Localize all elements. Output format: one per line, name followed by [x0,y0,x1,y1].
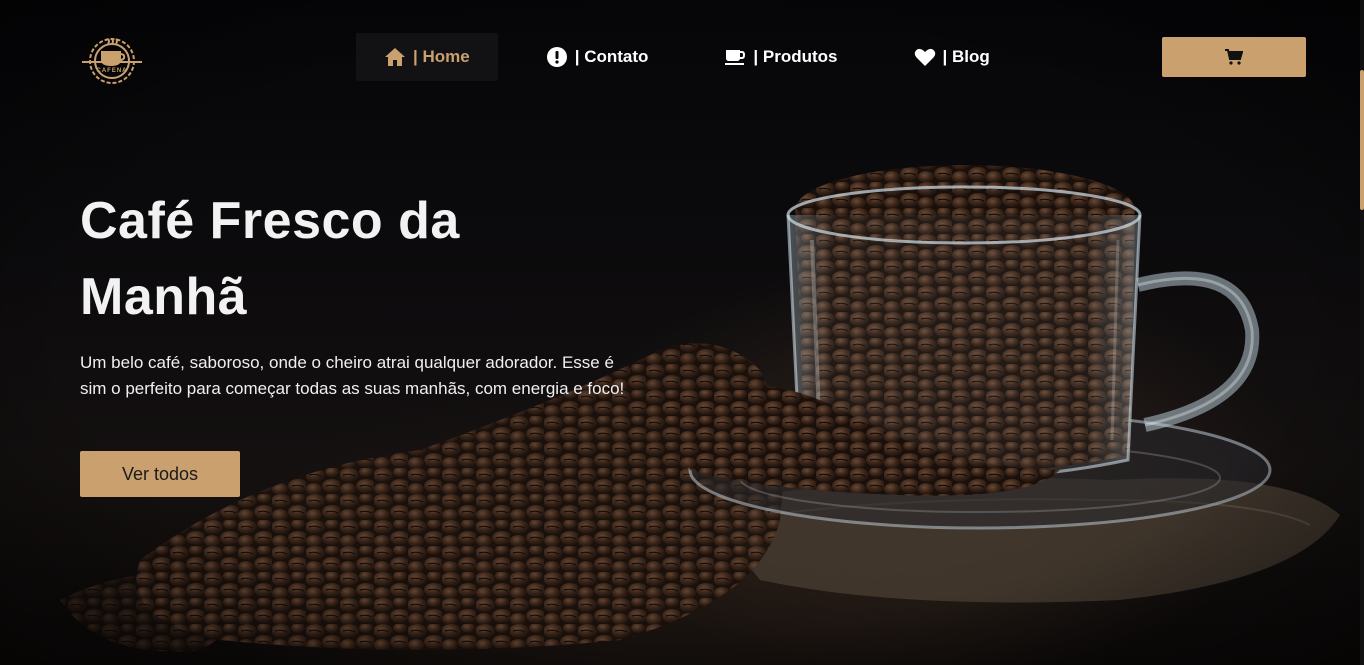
main-nav: | Home | Contato | Produtos | Blog [356,33,1038,81]
house-icon [385,48,405,66]
scrollbar-thumb[interactable] [1360,70,1364,210]
nav-label-home: | Home [413,47,470,66]
nav-label-contato: | Contato [574,47,649,66]
shopping-cart-icon [1225,49,1243,65]
hero-description: Um belo café, saboroso, onde o cheiro at… [80,353,625,398]
nav-item-contato[interactable]: | Contato [518,33,677,81]
hero-title: Café Fresco da Manhã [80,192,460,326]
nav-item-home[interactable]: | Home [356,33,498,81]
logo-text: CAFENA [97,68,128,74]
coffee-mug-icon [725,50,746,65]
nav-item-blog[interactable]: | Blog [886,33,1018,81]
hero-section: CAFENA | Home | Contato | Produtos | Blo… [0,0,1364,665]
logo[interactable]: CAFENA [80,34,144,88]
nav-label-blog: | Blog [942,47,990,66]
coffee-cup-gear-icon: CAFENA [82,38,142,84]
ver-todos-button[interactable]: Ver todos [80,451,240,497]
scrollbar[interactable] [1360,0,1364,665]
cart-button[interactable] [1162,37,1306,77]
nav-item-produtos[interactable]: | Produtos [696,33,865,81]
exclamation-circle-icon [546,47,567,67]
nav-label-produtos: | Produtos [753,47,838,66]
heart-icon [914,48,935,66]
